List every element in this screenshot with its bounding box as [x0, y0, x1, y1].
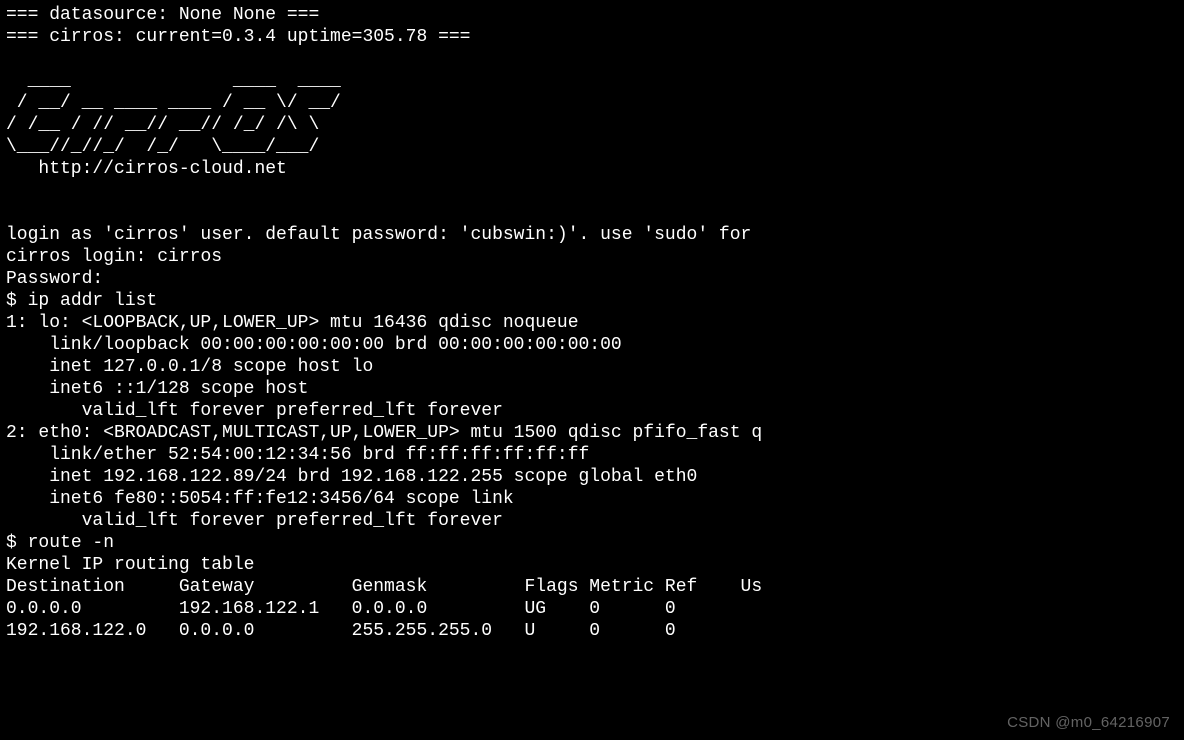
shell-prompt-1: $: [6, 291, 28, 311]
password-prompt[interactable]: Password:: [6, 269, 103, 289]
route-table: Destination Gateway Genmask Flags Metric…: [6, 576, 1178, 642]
command-route-n[interactable]: route -n: [28, 533, 114, 553]
cirros-url: http://cirros-cloud.net: [6, 159, 287, 179]
ipaddr-lo-link: link/loopback 00:00:00:00:00:00 brd 00:0…: [6, 335, 622, 355]
ascii-art-line-1: ____ ____ ____: [6, 71, 341, 91]
route-table-row: 0.0.0.0 192.168.122.1 0.0.0.0 UG 0 0: [6, 598, 1178, 620]
command-ip-addr-list[interactable]: ip addr list: [28, 291, 158, 311]
csdn-watermark: CSDN @m0_64216907: [1007, 712, 1170, 734]
terminal-output[interactable]: === datasource: None None === === cirros…: [0, 0, 1184, 646]
shell-prompt-2: $: [6, 533, 28, 553]
login-username-input[interactable]: cirros: [157, 247, 222, 267]
ipaddr-eth0-inet6: inet6 fe80::5054:ff:fe12:3456/64 scope l…: [6, 489, 524, 509]
ascii-art-line-3: / /__ / // __// __// /_/ /\ \: [6, 115, 330, 135]
route-table-row: 192.168.122.0 0.0.0.0 255.255.255.0 U 0 …: [6, 620, 1178, 642]
route-table-title: Kernel IP routing table: [6, 555, 254, 575]
boot-datasource-line: === datasource: None None ===: [6, 5, 319, 25]
ipaddr-lo-inet: inet 127.0.0.1/8 scope host lo: [6, 357, 373, 377]
ipaddr-lo-valid: valid_lft forever preferred_lft forever: [6, 401, 503, 421]
ipaddr-eth0-header: 2: eth0: <BROADCAST,MULTICAST,UP,LOWER_U…: [6, 423, 762, 443]
ipaddr-eth0-inet: inet 192.168.122.89/24 brd 192.168.122.2…: [6, 467, 697, 487]
ipaddr-lo-inet6: inet6 ::1/128 scope host: [6, 379, 319, 399]
ipaddr-lo-header: 1: lo: <LOOPBACK,UP,LOWER_UP> mtu 16436 …: [6, 313, 589, 333]
ipaddr-eth0-link: link/ether 52:54:00:12:34:56 brd ff:ff:f…: [6, 445, 589, 465]
ascii-art-line-4: \___//_//_/ /_/ \____/___/: [6, 137, 330, 157]
ipaddr-eth0-valid: valid_lft forever preferred_lft forever: [6, 511, 503, 531]
route-table-header: Destination Gateway Genmask Flags Metric…: [6, 576, 1178, 598]
boot-cirros-line: === cirros: current=0.3.4 uptime=305.78 …: [6, 27, 470, 47]
login-hint: login as 'cirros' user. default password…: [6, 225, 751, 245]
login-prompt: cirros login:: [6, 247, 157, 267]
ascii-art-line-2: / __/ __ ____ ____ / __ \/ __/: [6, 93, 341, 113]
